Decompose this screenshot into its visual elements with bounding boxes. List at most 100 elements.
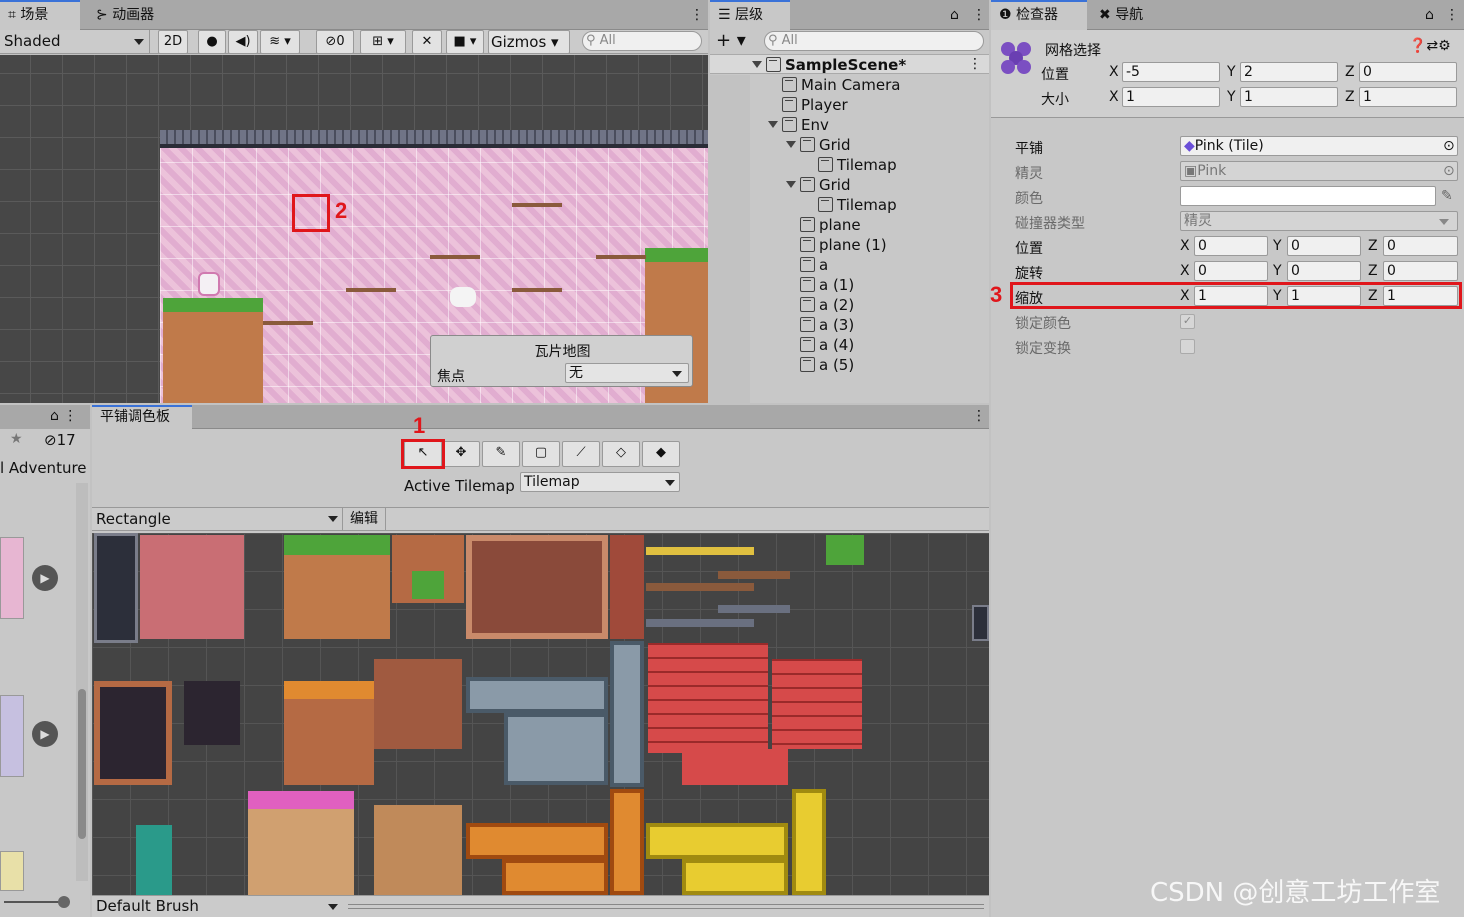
- tab-navigation[interactable]: ✖ 导航: [1091, 0, 1151, 30]
- transform-position-x[interactable]: 0: [1194, 236, 1268, 256]
- tile-object-field[interactable]: ◆Pink (Tile) ⊙: [1180, 136, 1458, 156]
- lock-color-checkbox[interactable]: ✓: [1180, 314, 1195, 329]
- tile-grass-small[interactable]: [412, 571, 444, 599]
- size-x-field[interactable]: 1: [1122, 87, 1220, 107]
- tab-animator[interactable]: ⊱ 动画器: [88, 0, 162, 30]
- position-z-field[interactable]: 0: [1359, 62, 1457, 82]
- help-icon[interactable]: ❓⇄⚙: [1409, 38, 1451, 54]
- object-picker-icon[interactable]: ⊙: [1443, 137, 1455, 155]
- tile-metal-strip[interactable]: [646, 619, 754, 627]
- tile-sand[interactable]: [374, 805, 462, 895]
- tile-metal-block[interactable]: [466, 677, 608, 713]
- transform-position-y[interactable]: 0: [1287, 236, 1361, 256]
- zoom-slider-handle[interactable]: [58, 896, 70, 908]
- hierarchy-item[interactable]: Main Camera: [782, 75, 900, 95]
- camera-icon[interactable]: ■ ▾: [446, 30, 484, 54]
- active-tilemap-dropdown[interactable]: Tilemap: [520, 472, 680, 492]
- tile-red-brick[interactable]: [648, 643, 768, 753]
- scene-menu-icon[interactable]: ⋮: [968, 56, 982, 72]
- gizmos-dropdown[interactable]: Gizmos ▾: [488, 30, 570, 54]
- scene-canvas[interactable]: 瓦片地图 焦点 无: [0, 55, 708, 403]
- hidden-packages-toggle[interactable]: ⊘17: [44, 431, 76, 449]
- create-button[interactable]: + ▾: [716, 31, 746, 51]
- tab-hierarchy[interactable]: ☰ 层级: [710, 0, 790, 30]
- tile-grass-dirt[interactable]: [284, 535, 390, 639]
- tile-gold-plank[interactable]: [646, 823, 788, 859]
- edit-button[interactable]: 编辑: [342, 508, 386, 530]
- rotation-z[interactable]: 0: [1383, 261, 1458, 281]
- move-tool-icon[interactable]: ✥: [442, 441, 480, 467]
- tile-wall-stone[interactable]: [94, 533, 138, 643]
- tile-palette-grid[interactable]: [92, 533, 989, 895]
- hierarchy-item[interactable]: Player: [782, 95, 848, 115]
- camera-gizmo-icon[interactable]: [450, 287, 476, 307]
- hierarchy-item[interactable]: Tilemap: [818, 155, 897, 175]
- eyedropper-icon[interactable]: ✎: [1441, 188, 1453, 204]
- transform-position-z[interactable]: 0: [1383, 236, 1458, 256]
- scene-menu-icon[interactable]: ⋮: [682, 0, 712, 30]
- color-field[interactable]: [1180, 186, 1436, 206]
- hierarchy-item[interactable]: Tilemap: [818, 195, 897, 215]
- tile-pink-grass[interactable]: [248, 791, 354, 895]
- lighting-icon[interactable]: ●: [198, 30, 226, 54]
- focus-dropdown[interactable]: 无: [565, 363, 689, 383]
- play-icon[interactable]: ▶: [32, 721, 58, 747]
- shading-dropdown[interactable]: Shaded: [0, 30, 150, 53]
- 2d-toggle[interactable]: 2D: [158, 30, 188, 54]
- tile-metal-block[interactable]: [504, 713, 608, 785]
- hierarchy-item[interactable]: a (2): [800, 295, 854, 315]
- tile-metal-pillar[interactable]: [610, 641, 644, 787]
- size-z-field[interactable]: 1: [1359, 87, 1457, 107]
- tile-metal-edge[interactable]: [972, 605, 989, 641]
- brush-dropdown[interactable]: Default Brush: [96, 896, 340, 917]
- tab-scene[interactable]: ⌗ 场景: [0, 0, 80, 30]
- hierarchy-menu-icon[interactable]: ⋮: [964, 0, 994, 30]
- expand-arrow-icon[interactable]: [768, 121, 778, 128]
- hierarchy-item[interactable]: Grid: [786, 175, 850, 195]
- tile-red-brick[interactable]: [772, 659, 862, 749]
- palette-dropdown[interactable]: Rectangle: [96, 508, 340, 530]
- hierarchy-item[interactable]: Env: [768, 115, 829, 135]
- tile-metal-strip[interactable]: [718, 605, 790, 613]
- hierarchy-search-input[interactable]: ⚲ All: [764, 31, 984, 51]
- tile-crate[interactable]: [184, 681, 240, 745]
- hierarchy-item[interactable]: a (1): [800, 275, 854, 295]
- expand-arrow-icon[interactable]: [786, 141, 796, 148]
- hierarchy-item[interactable]: plane: [800, 215, 861, 235]
- tile-orange-grass[interactable]: [284, 681, 374, 785]
- grid-toggle[interactable]: ⊞ ▾: [360, 30, 406, 54]
- picker-icon[interactable]: ⟋: [562, 441, 600, 467]
- hierarchy-item[interactable]: Grid: [786, 135, 850, 155]
- player-sprite[interactable]: [198, 272, 220, 296]
- asset-thumb[interactable]: [0, 537, 24, 619]
- position-y-field[interactable]: 2: [1240, 62, 1338, 82]
- fill-bucket-icon[interactable]: ◆: [642, 441, 680, 467]
- tools-icon[interactable]: ✕: [412, 30, 442, 54]
- tile-orange-block[interactable]: [502, 859, 608, 895]
- rotation-y[interactable]: 0: [1287, 261, 1361, 281]
- project-breadcrumb[interactable]: l Adventure: [0, 459, 87, 477]
- tile-wood-frame[interactable]: [94, 681, 172, 785]
- tile-pillar[interactable]: [610, 535, 644, 639]
- play-icon[interactable]: ▶: [32, 565, 58, 591]
- hierarchy-item[interactable]: plane (1): [800, 235, 887, 255]
- position-x-field[interactable]: -5: [1122, 62, 1220, 82]
- tile-brown-plank[interactable]: [646, 583, 754, 591]
- asset-thumb[interactable]: [0, 851, 24, 891]
- tile-dirt-dark[interactable]: [374, 659, 462, 749]
- tile-grass-top[interactable]: [826, 535, 864, 565]
- scene-search-input[interactable]: ⚲ All: [582, 31, 702, 51]
- hierarchy-item[interactable]: a (4): [800, 335, 854, 355]
- expand-arrow-icon[interactable]: [786, 181, 796, 188]
- tile-gold-block[interactable]: [682, 859, 788, 895]
- tile-orange-plank[interactable]: [466, 823, 608, 859]
- eraser-icon[interactable]: ◇: [602, 441, 640, 467]
- tile-red-brick[interactable]: [682, 749, 788, 785]
- favorite-star-icon[interactable]: ★: [10, 431, 23, 447]
- size-y-field[interactable]: 1: [1240, 87, 1338, 107]
- tile-gold-pillar[interactable]: [792, 789, 826, 895]
- effects-icon[interactable]: ≋ ▾: [260, 30, 300, 54]
- visibility-toggle[interactable]: ⊘0: [316, 30, 354, 54]
- box-fill-icon[interactable]: ▢: [522, 441, 560, 467]
- hierarchy-item[interactable]: a (3): [800, 315, 854, 335]
